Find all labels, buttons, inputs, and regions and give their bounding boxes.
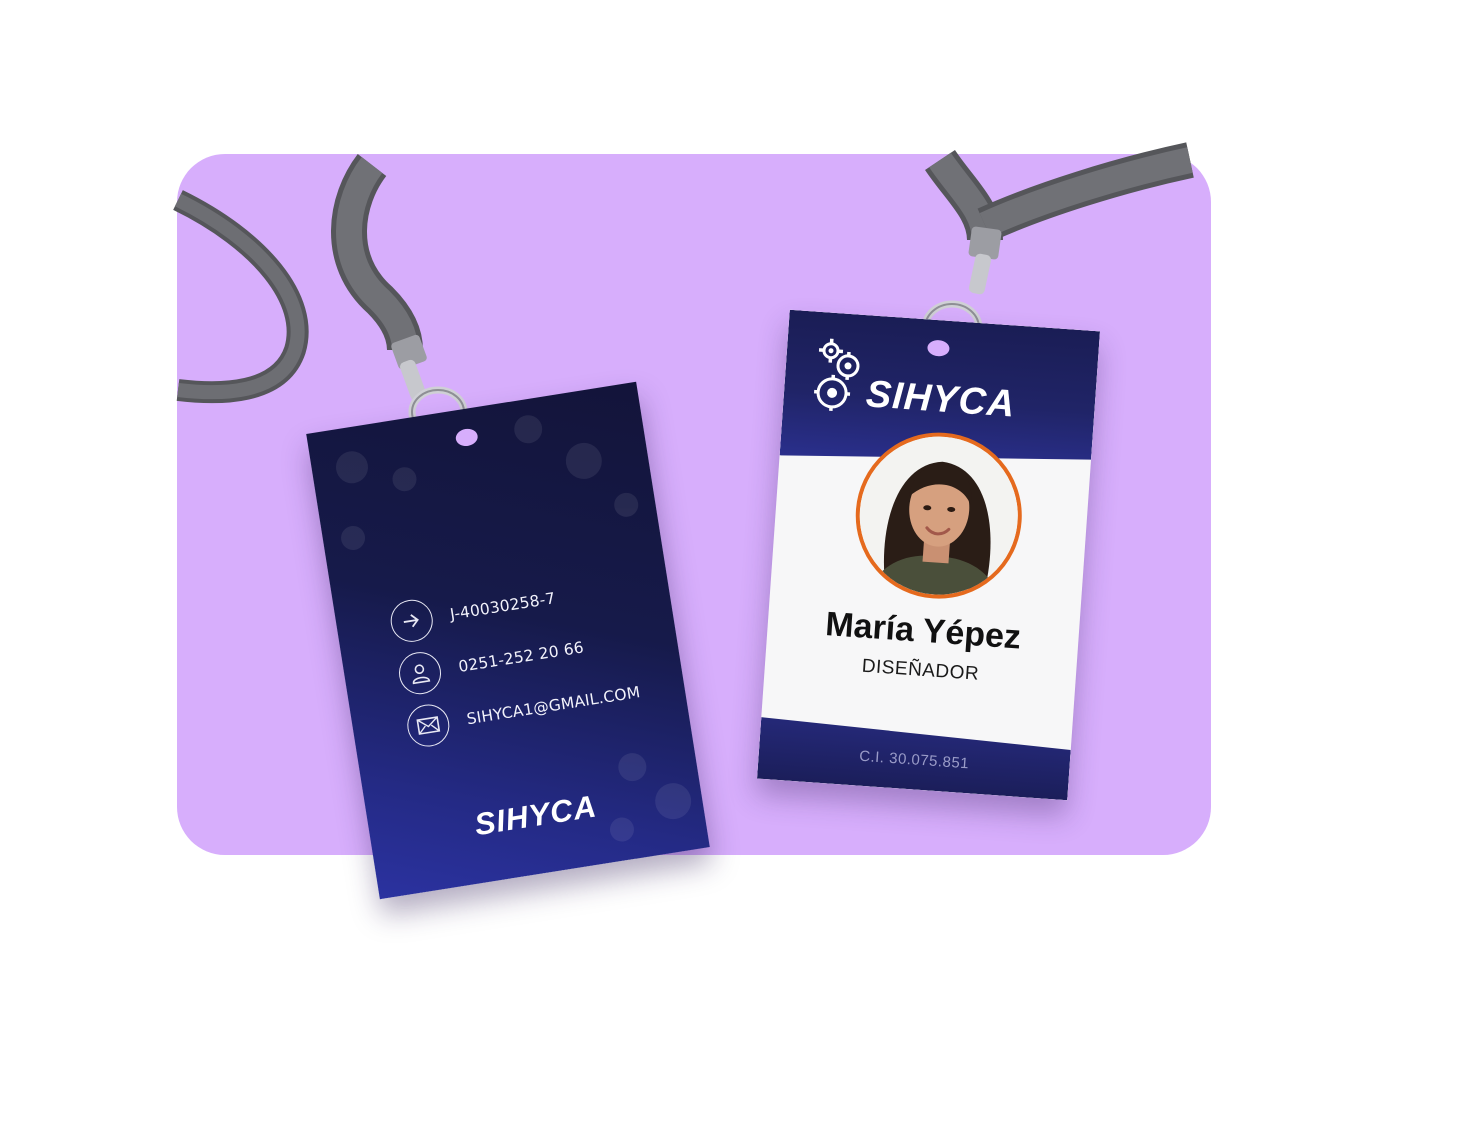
user-icon xyxy=(396,649,445,698)
contact-rif-text: J-40030258-7 xyxy=(448,589,557,624)
scene: J-40030258-7 0251-252 20 66 SIHYCA1@GMAI… xyxy=(0,0,1467,1134)
arrow-right-icon xyxy=(387,596,436,645)
lanyard-straps xyxy=(173,142,1194,438)
front-id-card: SIHYCA María Yépez DISEÑADOR C.I. 30.075… xyxy=(756,309,1101,801)
contact-phone-text: 0251-252 20 66 xyxy=(457,638,586,676)
portrait-image xyxy=(854,431,1024,600)
mail-icon xyxy=(404,701,453,750)
